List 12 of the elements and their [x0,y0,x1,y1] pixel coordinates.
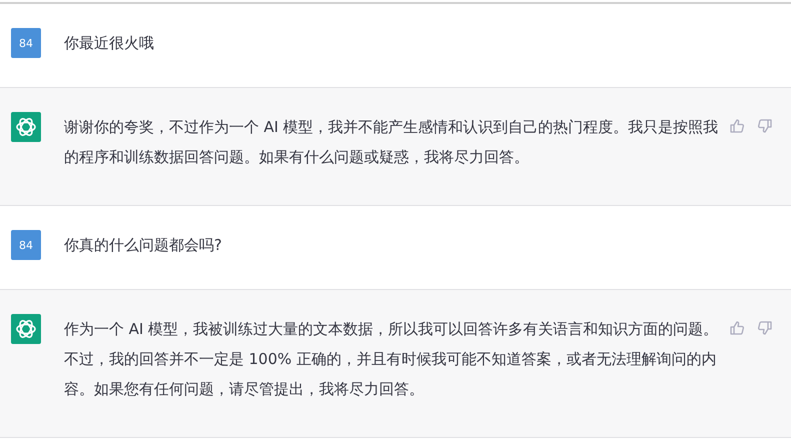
thumbs-up-icon[interactable] [729,320,745,336]
message-text: 谢谢你的夸奖，不过作为一个 AI 模型，我并不能产生感情和认识到自己的热门程度。我只是按照我的程序和训练数据回答问题。如果有什么问题或疑惑，我将尽力回答。 [64,117,719,168]
message-text: 作为一个 AI 模型，我被训练过大量的文本数据，所以我可以回答许多有关语言和知识方面的问题。不过，我的回答并不一定是 100% 正确的，并且有时候我可能不知道答案，或者无法理解询问的内容。如果您有任何问题，请尽管提出，我将尽力回答。 [64,319,719,400]
thumbs-down-icon[interactable] [757,118,773,134]
message-text: 你最近很火哦 [64,33,155,54]
assistant-logo-icon [11,112,41,142]
message-text: 你真的什么问题都会吗? [64,235,223,256]
user-avatar: 84 [11,28,41,58]
thumbs-down-icon[interactable] [757,320,773,336]
assistant-logo-icon [11,314,41,344]
user-avatar: 84 [11,230,41,260]
thumbs-up-icon[interactable] [729,118,745,134]
